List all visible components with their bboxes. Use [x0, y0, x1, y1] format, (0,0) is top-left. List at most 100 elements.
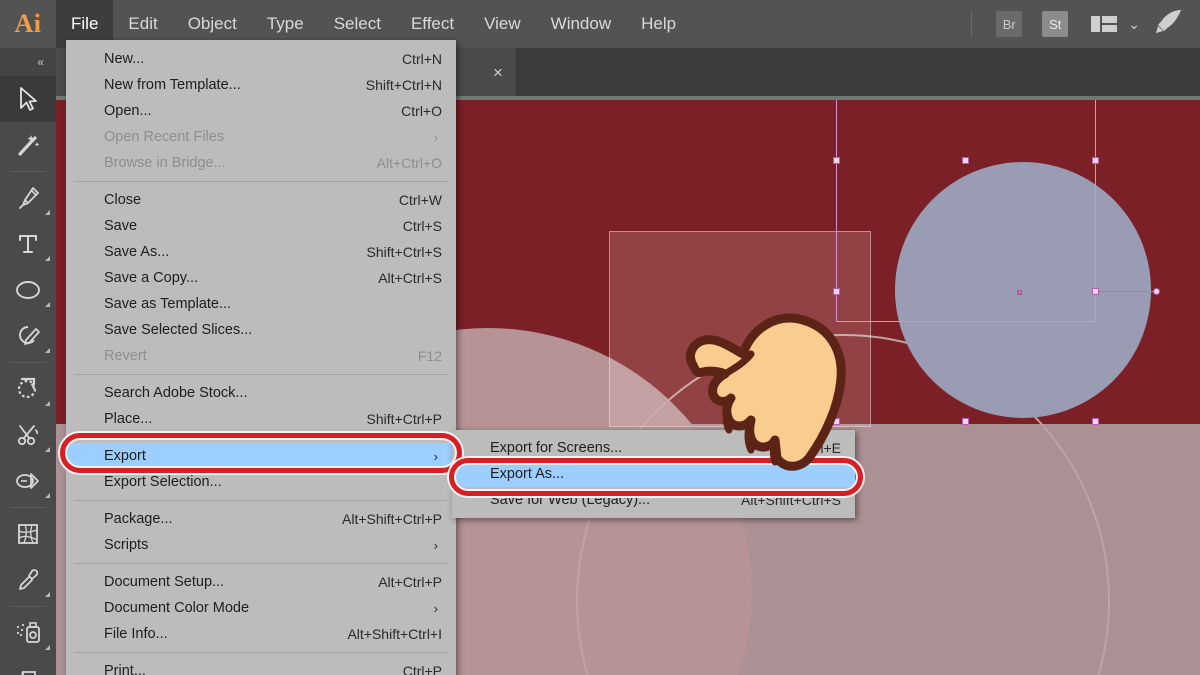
chevron-down-icon[interactable]: ⌄ [1128, 16, 1140, 33]
menu-item-label: Export for Screens... [490, 440, 622, 456]
menu-item-label: Package... [104, 511, 173, 527]
menu-item-accelerator: Ctrl+N [402, 51, 442, 67]
tool-flyout-indicator [45, 348, 50, 353]
menu-help[interactable]: Help [626, 0, 691, 48]
shape-builder-tool[interactable] [0, 313, 56, 359]
chevron-right-icon: › [434, 601, 442, 616]
rotation-handle-knob[interactable] [1153, 288, 1160, 295]
menu-window[interactable]: Window [536, 0, 626, 48]
menu-item-file-info[interactable]: File Info... Alt+Shift+Ctrl+I [66, 621, 456, 647]
magic-wand-tool[interactable] [0, 122, 56, 168]
selection-handle-tl[interactable] [833, 157, 840, 164]
close-icon[interactable]: × [488, 63, 508, 83]
menu-item-label: Print... [104, 663, 146, 675]
toolbar-collapse-button[interactable]: « [0, 48, 56, 76]
chevron-right-icon: › [434, 449, 442, 464]
selection-handle-bl[interactable] [833, 418, 840, 425]
tool-divider [10, 171, 46, 172]
menu-separator [74, 563, 448, 564]
menu-item-label: Browse in Bridge... [104, 155, 226, 171]
artboard-tool[interactable] [0, 656, 56, 675]
menu-item-save-as[interactable]: Save As... Shift+Ctrl+S [66, 239, 456, 265]
menu-item-label: File Info... [104, 626, 168, 642]
selection-center-point [1017, 290, 1022, 295]
bridge-button[interactable]: Br [996, 11, 1022, 37]
artwork-rectangle[interactable] [609, 231, 871, 427]
menu-item-close[interactable]: Close Ctrl+W [66, 187, 456, 213]
menu-item-package[interactable]: Package... Alt+Shift+Ctrl+P [66, 506, 456, 532]
menu-item-save[interactable]: Save Ctrl+S [66, 213, 456, 239]
selection-handle-mr[interactable] [1092, 288, 1099, 295]
tool-divider [10, 606, 46, 607]
menu-item-label: Document Setup... [104, 574, 224, 590]
menu-item-accelerator: Ctrl+P [403, 663, 442, 675]
menu-item-print[interactable]: Print... Ctrl+P [66, 658, 456, 675]
menubar-divider [971, 11, 972, 37]
menu-item-label: Save As... [104, 244, 169, 260]
menu-item-browse-in-bridge[interactable]: Browse in Bridge... Alt+Ctrl+O [66, 150, 456, 176]
menu-item-accelerator: Ctrl+S [403, 218, 442, 234]
submenu-item-save-for-web-legacy[interactable]: Save for Web (Legacy)... Alt+Shift+Ctrl+… [452, 487, 855, 513]
pen-tool[interactable] [0, 175, 56, 221]
stock-button[interactable]: St [1042, 11, 1068, 37]
menu-item-new[interactable]: New... Ctrl+N [66, 46, 456, 72]
menu-item-open[interactable]: Open... Ctrl+O [66, 98, 456, 124]
selection-handle-tc[interactable] [962, 157, 969, 164]
discover-rocket-icon[interactable] [1154, 9, 1184, 40]
menu-item-place[interactable]: Place... Shift+Ctrl+P [66, 406, 456, 432]
submenu-item-export-as[interactable]: Export As... [452, 461, 855, 487]
menu-item-open-recent-files[interactable]: Open Recent Files › [66, 124, 456, 150]
selection-handle-br[interactable] [1092, 418, 1099, 425]
menu-view[interactable]: View [469, 0, 536, 48]
menu-item-save-a-copy[interactable]: Save a Copy... Alt+Ctrl+S [66, 265, 456, 291]
menu-item-accelerator: Shift+Ctrl+N [366, 77, 442, 93]
menu-item-accelerator: Ctrl+O [401, 103, 442, 119]
tool-flyout-indicator [45, 256, 50, 261]
file-dropdown-menu[interactable]: New... Ctrl+N New from Template... Shift… [66, 40, 456, 675]
tool-flyout-indicator [45, 645, 50, 650]
submenu-item-export-for-screens[interactable]: Export for Screens... Alt+Ctrl+E [452, 435, 855, 461]
menu-item-accelerator: Shift+Ctrl+P [367, 411, 442, 427]
tools-panel: « [0, 48, 56, 675]
menu-item-save-selected-slices[interactable]: Save Selected Slices... [66, 317, 456, 343]
app-logo: Ai [0, 0, 56, 48]
free-transform-tool[interactable] [0, 458, 56, 504]
export-submenu[interactable]: Export for Screens... Alt+Ctrl+E Export … [452, 430, 855, 518]
menu-item-label: Export As... [490, 466, 564, 482]
menu-item-label: Document Color Mode [104, 600, 249, 616]
menu-item-label: Close [104, 192, 141, 208]
menu-item-label: Place... [104, 411, 152, 427]
scissors-tool[interactable] [0, 412, 56, 458]
menu-item-scripts[interactable]: Scripts › [66, 532, 456, 558]
selection-handle-tr[interactable] [1092, 157, 1099, 164]
menu-item-accelerator: Shift+Ctrl+S [367, 244, 442, 260]
menu-item-label: Revert [104, 348, 147, 364]
menu-item-label: Scripts [104, 537, 148, 553]
menu-separator [74, 500, 448, 501]
ellipse-tool[interactable] [0, 267, 56, 313]
selection-handle-ml[interactable] [833, 288, 840, 295]
menu-item-revert[interactable]: Revert F12 [66, 343, 456, 369]
selection-tool[interactable] [0, 76, 56, 122]
chevron-right-icon: › [434, 130, 442, 145]
menu-item-document-color-mode[interactable]: Document Color Mode › [66, 595, 456, 621]
menu-item-export-selection[interactable]: Export Selection... [66, 469, 456, 495]
menu-item-search-adobe-stock[interactable]: Search Adobe Stock... [66, 380, 456, 406]
selection-handle-bc[interactable] [962, 418, 969, 425]
menu-item-document-setup[interactable]: Document Setup... Alt+Ctrl+P [66, 569, 456, 595]
type-tool[interactable] [0, 221, 56, 267]
menu-item-label: New from Template... [104, 77, 241, 93]
workspace-switcher-icon[interactable] [1090, 15, 1118, 33]
mesh-tool[interactable] [0, 511, 56, 557]
menu-item-new-from-template[interactable]: New from Template... Shift+Ctrl+N [66, 72, 456, 98]
rotate-tool[interactable] [0, 366, 56, 412]
menu-item-save-as-template[interactable]: Save as Template... [66, 291, 456, 317]
menu-item-export[interactable]: Export › [66, 443, 456, 469]
tool-flyout-indicator [45, 447, 50, 452]
eyedropper-tool[interactable] [0, 557, 56, 603]
illustrator-window: × « [0, 0, 1200, 675]
menu-item-label: Save Selected Slices... [104, 322, 252, 338]
menu-item-accelerator: Alt+Shift+Ctrl+S [741, 492, 841, 508]
menu-item-label: Save a Copy... [104, 270, 198, 286]
symbol-sprayer-tool[interactable] [0, 610, 56, 656]
